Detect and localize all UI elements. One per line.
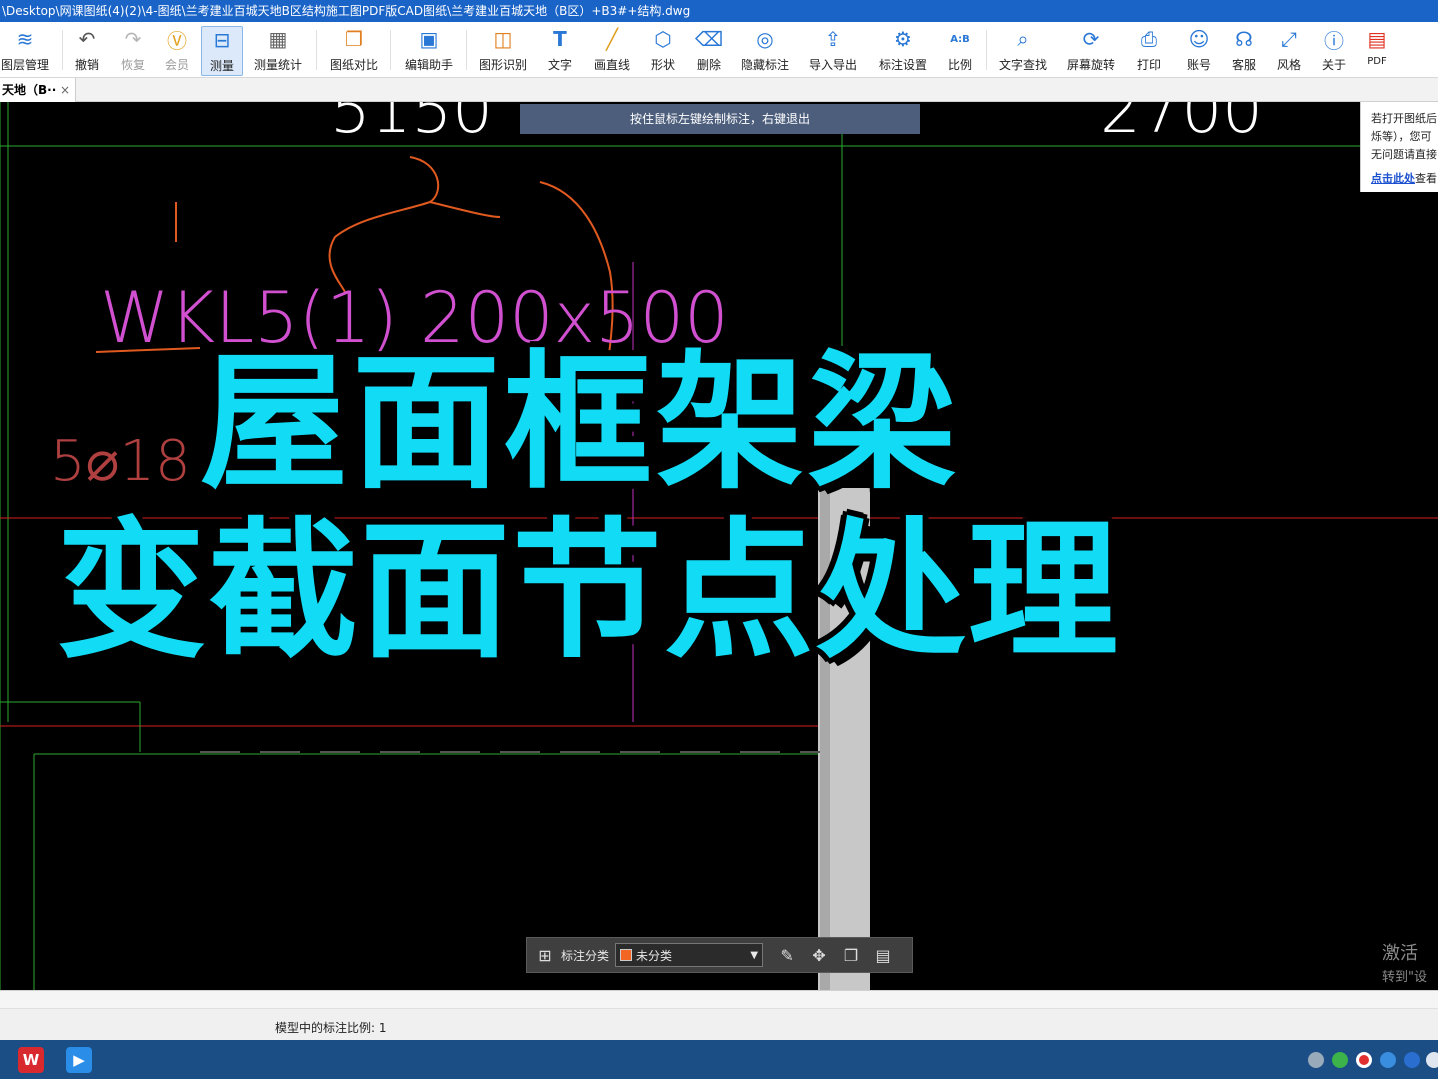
vip-button[interactable]: Ⓥ 会员 <box>160 26 194 76</box>
import-export-button[interactable]: ⇪ 导入导出 <box>806 26 860 76</box>
grid-icon[interactable]: ⊞ <box>533 946 557 965</box>
about-button[interactable]: ⓘ 关于 <box>1319 26 1349 76</box>
shape-recognition-icon: ◫ <box>493 27 513 51</box>
network-icon[interactable] <box>1426 1052 1438 1068</box>
notice-link[interactable]: 点击此处 <box>1371 172 1415 185</box>
activation-watermark: 激活 转到"设 <box>1382 943 1427 985</box>
layers-icon: ≋ <box>16 27 34 51</box>
text-button[interactable]: T 文字 <box>545 26 575 76</box>
measure-stats-button[interactable]: ▦ 测量统计 <box>252 26 304 76</box>
horizontal-scrollbar[interactable] <box>0 991 1438 1009</box>
eraser-icon: ⌫ <box>694 27 724 51</box>
browser-icon[interactable] <box>1380 1052 1396 1068</box>
pdf-icon: ▤ <box>1367 27 1387 51</box>
scale-icon: A:B <box>950 33 970 45</box>
edit-assistant-icon: ▣ <box>419 27 439 51</box>
edit-icon[interactable]: ✎ <box>775 946 799 965</box>
annotation-bar: ⊞ 标注分类 未分类 ▼ ✎ ✥ ❐ ▤ <box>526 937 913 973</box>
text-search-button[interactable]: ⌕ 文字查找 <box>996 26 1050 76</box>
toolbar-separator <box>316 30 317 70</box>
layer-manager-button[interactable]: ≋ 图层管理 <box>0 26 50 76</box>
compare-button[interactable]: ❐ 图纸对比 <box>326 26 382 76</box>
line-icon: ╱ <box>605 27 619 51</box>
wechat-icon[interactable] <box>1332 1052 1348 1068</box>
import-export-icon: ⇪ <box>824 27 842 51</box>
print-button[interactable]: ⎙ 打印 <box>1134 26 1164 76</box>
taskbar: W ▶ <box>0 1040 1438 1079</box>
copy-icon[interactable]: ❐ <box>839 946 863 965</box>
dim-right-label: 2700 <box>1100 102 1263 148</box>
customer-service-button[interactable]: ☊ 客服 <box>1229 26 1259 76</box>
drawing-tab[interactable]: 天地（B·· × <box>0 78 76 102</box>
close-icon[interactable]: × <box>60 78 70 102</box>
toolbar: ≋ 图层管理 ↶ 撤销 ↷ 恢复 Ⓥ 会员 ⊟ 测量 ▦ 测量统计 ❐ 图纸对比… <box>0 22 1438 78</box>
cad-viewer-taskbar-icon[interactable]: ▶ <box>66 1047 92 1073</box>
measure-icon: ⊟ <box>213 28 231 52</box>
undo-icon: ↶ <box>78 27 96 51</box>
toolbar-separator <box>390 30 391 70</box>
status-text: 模型中的标注比例: 1 <box>275 1021 387 1035</box>
drawing-canvas[interactable]: 5150 2700 WKL5(1) 200x500 5⌀18 按住鼠标左键绘制标… <box>0 102 1438 990</box>
draw-line-button[interactable]: ╱ 画直线 <box>590 26 634 76</box>
annotation-category-label: 标注分类 <box>561 948 610 963</box>
shape-button[interactable]: ⬡ 形状 <box>646 26 680 76</box>
notice-panel: 若打开图纸后 烁等），您可 无问题请直接 点击此处查看 <box>1360 102 1438 192</box>
measure-button[interactable]: ⊟ 测量 <box>201 26 243 76</box>
shape-recognition-button[interactable]: ◫ 图形识别 <box>476 26 530 76</box>
info-icon: ⓘ <box>1324 28 1344 53</box>
style-button[interactable]: ⤢ 风格 <box>1274 26 1304 76</box>
annotation-category-select[interactable]: 未分类 ▼ <box>615 943 764 967</box>
drawing-tab-label: 天地（B·· <box>2 83 57 97</box>
dim-left-label: 5150 <box>330 102 493 148</box>
annotation-category-value: 未分类 <box>636 948 673 963</box>
compare-icon: ❐ <box>345 27 363 51</box>
hint-banner: 按住鼠标左键绘制标注，右键退出 <box>520 104 920 134</box>
move-icon[interactable]: ✥ <box>807 946 831 965</box>
category-color-swatch <box>620 949 633 961</box>
text-search-icon: ⌕ <box>1017 27 1029 51</box>
vip-icon: Ⓥ <box>167 28 187 53</box>
redo-icon: ↷ <box>124 27 142 51</box>
pdf-button[interactable]: ▤ PDF <box>1362 26 1392 76</box>
tab-bar: 天地（B·· × <box>0 78 1438 102</box>
security-icon[interactable] <box>1404 1052 1420 1068</box>
shape-icon: ⬡ <box>654 27 672 51</box>
paste-icon[interactable]: ▤ <box>871 946 895 965</box>
wps-icon[interactable]: W <box>18 1047 44 1073</box>
style-icon: ⤢ <box>1281 27 1297 51</box>
print-icon: ⎙ <box>1141 27 1157 51</box>
undo-button[interactable]: ↶ 撤销 <box>70 26 104 76</box>
hide-annotation-button[interactable]: ◎ 隐藏标注 <box>738 26 792 76</box>
account-button[interactable]: ☺ 账号 <box>1184 26 1214 76</box>
account-icon: ☺ <box>1188 27 1210 51</box>
measure-stats-icon: ▦ <box>268 27 288 51</box>
window-title: \Desktop\网课图纸(4)(2)\4-图纸\兰考建业百城天地B区结构施工图… <box>0 0 1438 22</box>
annotation-settings-button[interactable]: ⚙ 标注设置 <box>876 26 930 76</box>
annotation-settings-icon: ⚙ <box>894 27 912 51</box>
hide-annotation-icon: ◎ <box>756 27 774 51</box>
toolbar-separator <box>466 30 467 70</box>
toolbar-separator <box>986 30 987 70</box>
overlay-title-line2: 变截面节点处理 <box>56 505 1121 679</box>
record-icon[interactable] <box>1356 1052 1372 1068</box>
delete-button[interactable]: ⌫ 删除 <box>692 26 726 76</box>
redo-button[interactable]: ↷ 恢复 <box>116 26 150 76</box>
edit-assistant-button[interactable]: ▣ 编辑助手 <box>402 26 456 76</box>
chevron-down-icon: ▼ <box>750 949 759 961</box>
headset-icon: ☊ <box>1235 27 1253 51</box>
toolbar-separator <box>62 30 63 70</box>
text-icon: T <box>553 27 567 51</box>
rotate-screen-button[interactable]: ⟳ 屏幕旋转 <box>1064 26 1118 76</box>
status-bar: 模型中的标注比例: 1 <box>0 990 1438 1040</box>
rotate-screen-icon: ⟳ <box>1082 27 1100 51</box>
scale-button[interactable]: A:B 比例 <box>944 26 976 76</box>
tray-app-icon[interactable] <box>1308 1052 1324 1068</box>
